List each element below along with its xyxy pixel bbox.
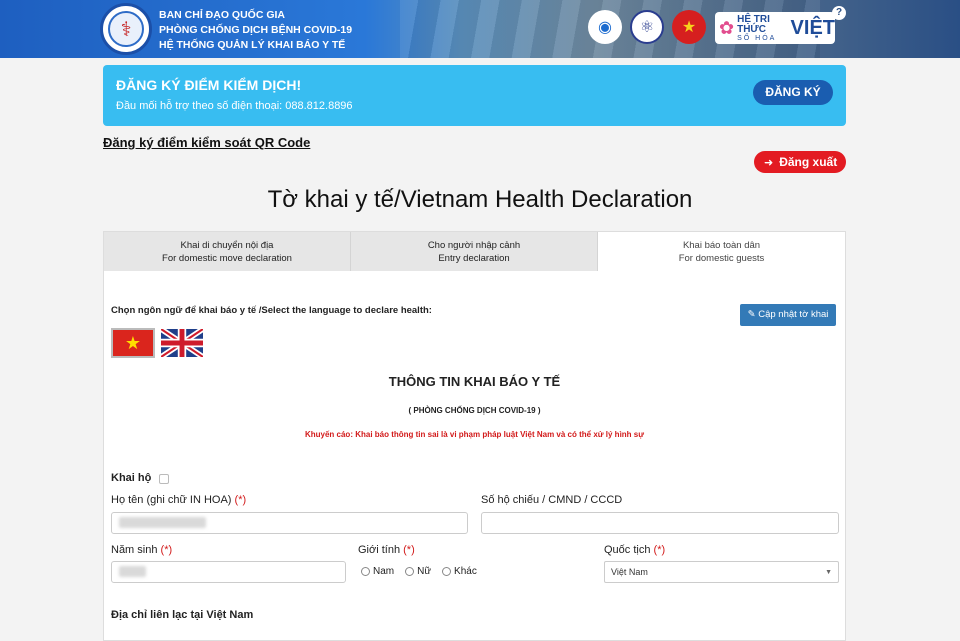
logout-button[interactable]: ➜ Đăng xuất [754,151,846,173]
gender-label: Giới tính (*) [358,544,415,556]
tab-domestic-guests[interactable]: Khai báo toàn dân For domestic guests [598,232,845,271]
address-section-title: Địa chỉ liên lạc tại Việt Nam [111,609,254,621]
radio-icon[interactable] [405,567,415,576]
banner-line-3: HỆ THỐNG QUẢN LÝ KHAI BÁO Y TẾ [159,39,346,51]
nationality-label: Quốc tịch (*) [604,544,666,556]
passport-label: Số hộ chiếu / CMND / CCCD [481,494,623,506]
alert-subtitle: Đầu mối hỗ trợ theo số điện thoại: 088.8… [116,100,353,112]
name-input[interactable]: XXXXXXXXXXXXX [111,512,468,534]
birth-year-input[interactable]: XXXX [111,561,346,583]
atom-logo-icon: ⚛ [630,10,664,44]
page-title: Tờ khai y tế/Vietnam Health Declaration [267,186,693,213]
khai-ho-checkbox[interactable] [159,474,169,484]
legal-warning: Khuyến cáo: Khai báo thông tin sai là vi… [304,430,645,439]
declaration-card: Khai di chuyển nội địa For domestic move… [103,231,846,641]
he-tri-thuc-logo: ✿ HỆ TRI THỨC SỐ HÓA VIỆT [715,12,835,44]
gender-option-male[interactable]: Nam [361,566,394,577]
help-icon[interactable]: ? [832,6,846,20]
partner-logos: ◉ ⚛ ★ [588,10,706,44]
form-subheading: ( PHÒNG CHỐNG DỊCH COVID-19 ) [408,406,541,415]
language-label: Chọn ngôn ngữ để khai báo y tế /Select t… [111,305,432,316]
tab-domestic-move[interactable]: Khai di chuyển nội địa For domestic move… [104,232,351,271]
flower-icon: ✿ [719,17,735,38]
uk-flag-icon[interactable] [161,329,203,357]
declaration-tabs: Khai di chuyển nội địa For domestic move… [104,232,845,271]
redacted-name: XXXXXXXXXXXXX [119,517,206,528]
sign-out-icon: ➜ [764,157,774,169]
name-label: Họ tên (ghi chữ IN HOA) (*) [111,494,247,506]
radio-icon[interactable] [442,567,452,576]
ministry-of-health-logo: ⚕ [100,3,152,55]
passport-input[interactable] [481,512,839,534]
edit-icon: ✎ [747,309,759,320]
banner-line-2: PHÒNG CHỐNG DỊCH BỆNH COVID-19 [159,24,353,36]
partner-logo-icon: ◉ [588,10,622,44]
qr-register-link[interactable]: Đăng ký điểm kiểm soát QR Code [103,135,310,150]
update-declaration-button[interactable]: ✎ Cập nhật tờ khai [740,304,836,326]
gender-option-other[interactable]: Khác [442,566,477,577]
khai-ho-label: Khai hộ [111,472,152,484]
radio-icon[interactable] [361,567,370,576]
vietnam-flag-icon[interactable]: ★ [111,328,155,358]
alert-title: ĐĂNG KÝ ĐIỂM KIỂM DỊCH! [116,77,302,93]
gender-option-female[interactable]: Nữ [405,566,431,577]
banner-title: BAN CHỈ ĐẠO QUỐC GIA PHÒNG CHỐNG DỊCH BỆ… [159,8,352,53]
banner-line-1: BAN CHỈ ĐẠO QUỐC GIA [159,9,285,21]
gender-radio-group: Nam Nữ Khác [361,566,477,577]
birth-year-label: Năm sinh (*) [111,544,173,556]
national-emblem-icon: ★ [672,10,706,44]
header-banner: ⚕ BAN CHỈ ĐẠO QUỐC GIA PHÒNG CHỐNG DỊCH … [0,0,960,58]
nationality-select[interactable]: Việt Nam ▼ [604,561,839,583]
register-button[interactable]: ĐĂNG KÝ [753,80,833,105]
form-heading: THÔNG TIN KHAI BÁO Y TẾ [388,374,561,389]
chevron-down-icon: ▼ [825,569,832,576]
checkpoint-alert: ĐĂNG KÝ ĐIỂM KIỂM DỊCH! Đầu mối hỗ trợ t… [103,65,846,126]
tab-entry[interactable]: Cho người nhập cảnh Entry declaration [351,232,598,271]
redacted-birth-year: XXXX [119,566,146,577]
